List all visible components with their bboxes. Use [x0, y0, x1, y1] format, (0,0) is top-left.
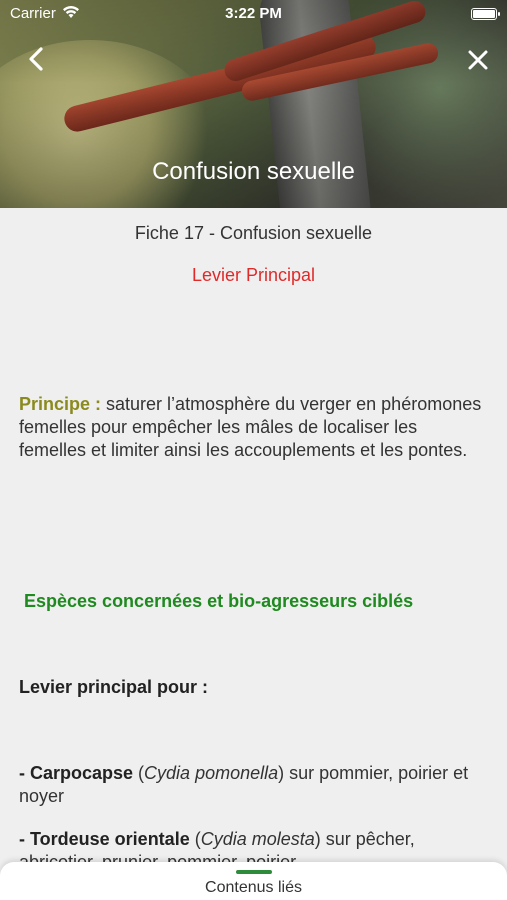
close-button[interactable] — [464, 46, 492, 74]
clock: 3:22 PM — [225, 5, 282, 22]
pest-name: - Tordeuse orientale — [19, 829, 190, 849]
principle-label: Principe : — [19, 394, 102, 414]
lever-label: Levier Principal — [191, 265, 316, 285]
pest-latin: Cydia molesta — [200, 829, 315, 849]
pest-item: - Carpocapse (Cydia pomonella) sur pommi… — [19, 763, 469, 806]
back-button[interactable] — [22, 44, 52, 74]
content-area[interactable]: Fiche 17 - Confusion sexuelle Levier Pri… — [0, 208, 507, 868]
status-bar: Carrier 3:22 PM — [0, 0, 507, 28]
chevron-left-icon — [29, 47, 43, 71]
battery-icon — [471, 8, 500, 20]
species-heading: Espèces concernées et bio-agresseurs cib… — [24, 591, 414, 611]
related-content-sheet[interactable]: Contenus liés — [0, 862, 507, 900]
close-icon — [468, 50, 488, 70]
sheet-handle[interactable] — [236, 870, 272, 874]
pest-latin: Cydia pomonella — [144, 763, 279, 783]
principle-paragraph: Principe : saturer l’atmosphère du verge… — [19, 393, 489, 462]
pest-name: - Carpocapse — [19, 763, 134, 783]
related-content-label: Contenus liés — [205, 879, 302, 896]
page-title: Confusion sexuelle — [152, 158, 355, 185]
lever-for-heading: Levier principal pour : — [19, 677, 209, 697]
sheet-title: Fiche 17 - Confusion sexuelle — [134, 223, 373, 243]
